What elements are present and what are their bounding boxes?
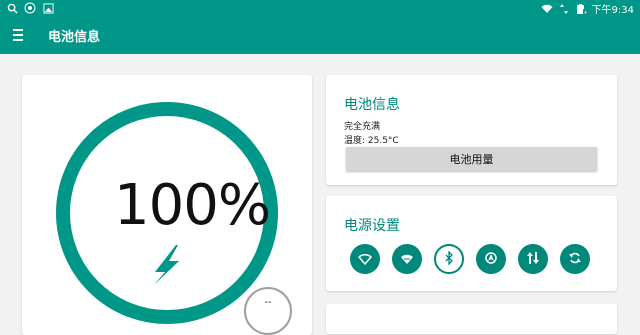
menu-icon[interactable] [13,27,27,43]
clock: 下午9:34 [591,5,634,16]
location-icon [484,250,498,269]
search-icon [6,2,18,14]
wifi-icon [541,3,553,15]
image-icon [42,2,54,14]
battery-level-card: 100% -- [22,75,312,335]
mobile-data-toggle-button[interactable] [518,244,548,274]
hotspot-icon [400,250,414,269]
charging-bolt-icon [154,245,179,285]
mobile-data-icon [526,250,540,269]
auto-rotate-toggle-button[interactable] [560,244,590,274]
power-toggle-row [350,244,590,274]
charge-status: 完全充满 [344,122,381,132]
battery-percentage: 100% [113,173,271,238]
bottom-card [326,304,617,334]
power-settings-title: 电源设置 [344,218,400,234]
temperature-value: 温度: 25.5°C [344,136,399,146]
data-arrows-icon [558,3,570,15]
status-bar-right: + 下午9:34 [541,1,634,16]
bluetooth-toggle-button[interactable] [434,244,464,274]
bluetooth-icon [444,249,454,269]
power-settings-card: 电源设置 [326,196,617,291]
battery-fab[interactable] [244,287,292,335]
wifi-icon [357,250,373,269]
battery-usage-button[interactable]: 电池用量 [346,147,597,171]
status-bar: + 下午9:34 [0,0,640,16]
battery-full-icon: + [575,3,587,15]
app-toolbar: 电池信息 [0,16,640,54]
battery-info-card: 电池信息 完全充满 温度: 25.5°C 电池用量 [326,75,617,185]
status-bar-left [6,2,54,14]
hotspot-toggle-button[interactable] [392,244,422,274]
page-title: 电池信息 [48,30,101,45]
wifi-toggle-button[interactable] [350,244,380,274]
auto-rotate-icon [568,250,582,269]
battery-info-title: 电池信息 [344,97,400,113]
svg-text:+: + [583,10,587,15]
settings-badge-icon [24,2,36,14]
battery-fab-label: -- [264,297,272,308]
location-toggle-button[interactable] [476,244,506,274]
